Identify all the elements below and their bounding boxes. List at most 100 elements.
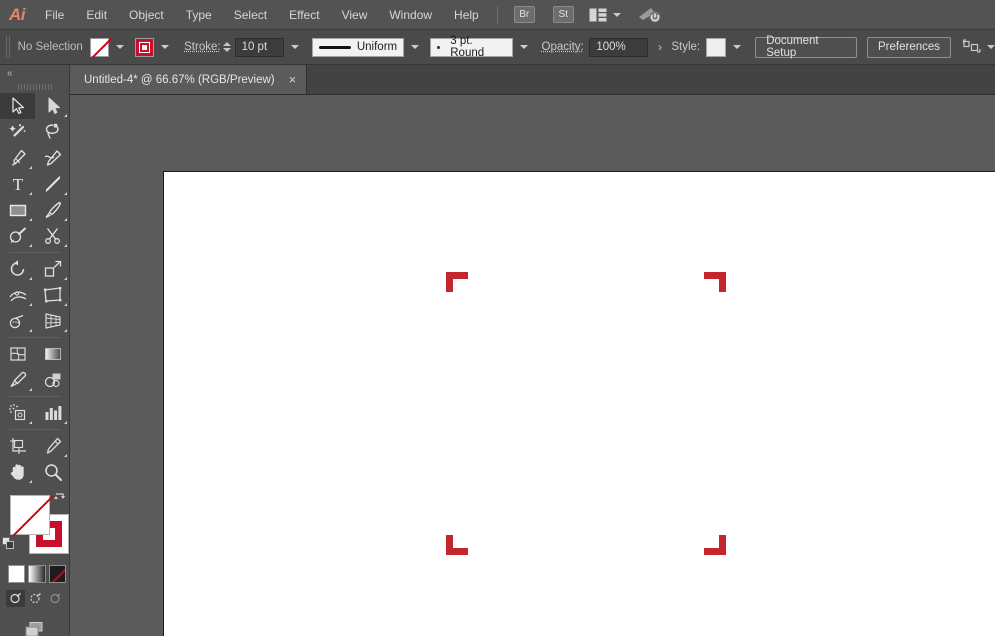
stroke-weight-stepper[interactable] — [223, 42, 231, 52]
paintbrush-tool-icon — [43, 200, 63, 220]
free-transform-tool[interactable] — [35, 282, 70, 308]
stock-button[interactable]: St — [553, 6, 574, 23]
color-mode-button[interactable] — [8, 565, 25, 583]
opacity-input[interactable]: 100% — [589, 38, 648, 57]
menu-item-object[interactable]: Object — [118, 0, 175, 30]
draw-behind-icon — [29, 592, 42, 605]
mesh-tool[interactable] — [0, 341, 35, 367]
menu-item-effect[interactable]: Effect — [278, 0, 330, 30]
menu-item-select[interactable]: Select — [223, 0, 278, 30]
curvature-tool[interactable] — [35, 145, 70, 171]
selection-tool[interactable] — [0, 93, 35, 119]
gradient-mode-button[interactable] — [28, 565, 45, 583]
width-tool[interactable] — [0, 282, 35, 308]
stroke-weight-input[interactable]: 10 pt — [235, 38, 284, 57]
artboard[interactable] — [163, 171, 995, 636]
draw-normal-button[interactable] — [6, 590, 25, 607]
shaper-tool-icon — [8, 226, 28, 246]
tools-panel-grip[interactable] — [0, 81, 69, 93]
tool-flyout-indicator — [29, 303, 32, 306]
style-dropdown-arrow[interactable] — [729, 38, 745, 57]
stroke-swatch-button[interactable] — [135, 38, 154, 57]
align-to-artboard-icon — [963, 39, 981, 55]
menu-item-edit[interactable]: Edit — [75, 0, 118, 30]
style-label: Style: — [671, 41, 700, 53]
lasso-tool-icon — [43, 122, 63, 142]
gradient-tool[interactable] — [35, 341, 70, 367]
stroke-weight-dropdown-arrow[interactable] — [287, 38, 303, 57]
draw-behind-button[interactable] — [26, 590, 45, 607]
arrange-documents-button[interactable] — [589, 8, 621, 22]
rotate-tool[interactable] — [0, 256, 35, 282]
menu-item-help[interactable]: Help — [443, 0, 490, 30]
rotate-tool-icon — [8, 259, 28, 279]
line-segment-tool[interactable] — [35, 171, 70, 197]
crop-mark-bottom-right — [704, 535, 726, 555]
column-graph-tool[interactable] — [35, 400, 70, 426]
hand-tool-icon — [8, 462, 28, 482]
hand-tool[interactable] — [0, 459, 35, 485]
tool-flyout-indicator — [29, 421, 32, 424]
magic-wand-tool[interactable] — [0, 119, 35, 145]
stroke-profile-dropdown-arrow[interactable] — [407, 38, 423, 57]
type-tool[interactable]: T — [0, 171, 35, 197]
fill-swatch-button[interactable] — [90, 38, 109, 57]
opacity-expand-arrow[interactable]: › — [658, 40, 662, 54]
scissors-tool-icon — [43, 226, 63, 246]
line-segment-tool-icon — [43, 174, 63, 194]
svg-text:T: T — [12, 175, 23, 194]
swap-fill-stroke-button[interactable] — [53, 491, 67, 510]
slice-tool-icon — [43, 436, 63, 456]
zoom-tool[interactable] — [35, 459, 70, 485]
magic-wand-tool-icon — [8, 122, 28, 142]
shaper-tool[interactable] — [0, 223, 35, 249]
document-tab-title: Untitled-4* @ 66.67% (RGB/Preview) — [84, 74, 275, 86]
paintbrush-tool[interactable] — [35, 197, 70, 223]
rectangle-tool[interactable] — [0, 197, 35, 223]
chevron-down-icon — [987, 45, 995, 49]
blend-tool[interactable] — [35, 367, 70, 393]
menu-bar: Ai File Edit Object Type Select Effect V… — [0, 0, 995, 30]
pen-tool[interactable] — [0, 145, 35, 171]
document-setup-button[interactable]: Document Setup — [755, 37, 857, 58]
slice-tool[interactable] — [35, 433, 70, 459]
brush-definition-select[interactable]: 3 pt. Round — [430, 38, 513, 57]
shape-builder-tool[interactable] — [0, 308, 35, 334]
menu-item-window[interactable]: Window — [378, 0, 443, 30]
brush-definition-dropdown-arrow[interactable] — [516, 38, 532, 57]
change-screen-mode-button[interactable] — [0, 621, 69, 636]
graphic-style-swatch[interactable] — [706, 38, 727, 57]
none-mode-button[interactable] — [49, 565, 66, 583]
menu-item-type[interactable]: Type — [175, 0, 223, 30]
align-to-artboard-button[interactable] — [963, 39, 995, 55]
tool-flyout-indicator — [64, 114, 67, 117]
opacity-label[interactable]: Opacity: — [542, 41, 584, 53]
fill-color-indicator[interactable] — [10, 495, 50, 535]
scissors-tool[interactable] — [35, 223, 70, 249]
menu-item-file[interactable]: File — [34, 0, 75, 30]
control-bar-grip[interactable] — [6, 36, 12, 58]
workspace-switcher-button[interactable] — [637, 5, 661, 25]
draw-inside-icon — [49, 592, 62, 605]
canvas-area[interactable] — [70, 95, 995, 636]
stroke-profile-select[interactable]: Uniform — [312, 38, 404, 57]
close-icon[interactable]: × — [289, 73, 297, 86]
eyedropper-tool[interactable] — [0, 367, 35, 393]
preferences-button[interactable]: Preferences — [867, 37, 951, 58]
tools-panel-collapse-button[interactable]: « — [0, 65, 69, 81]
stroke-dropdown-arrow[interactable] — [157, 38, 173, 57]
symbol-sprayer-tool[interactable] — [0, 400, 35, 426]
bridge-button[interactable]: Br — [514, 6, 535, 23]
artboard-tool[interactable] — [0, 433, 35, 459]
default-fill-stroke-button[interactable] — [2, 537, 15, 555]
direct-selection-tool[interactable] — [35, 93, 70, 119]
document-tab[interactable]: Untitled-4* @ 66.67% (RGB/Preview) × — [70, 65, 307, 94]
fill-dropdown-arrow[interactable] — [112, 38, 128, 57]
draw-inside-button[interactable] — [46, 590, 65, 607]
scale-tool[interactable] — [35, 256, 70, 282]
stroke-weight-label[interactable]: Stroke: — [184, 41, 220, 53]
column-graph-tool-icon — [43, 403, 63, 423]
perspective-grid-tool[interactable] — [35, 308, 70, 334]
menu-item-view[interactable]: View — [331, 0, 379, 30]
lasso-tool[interactable] — [35, 119, 70, 145]
